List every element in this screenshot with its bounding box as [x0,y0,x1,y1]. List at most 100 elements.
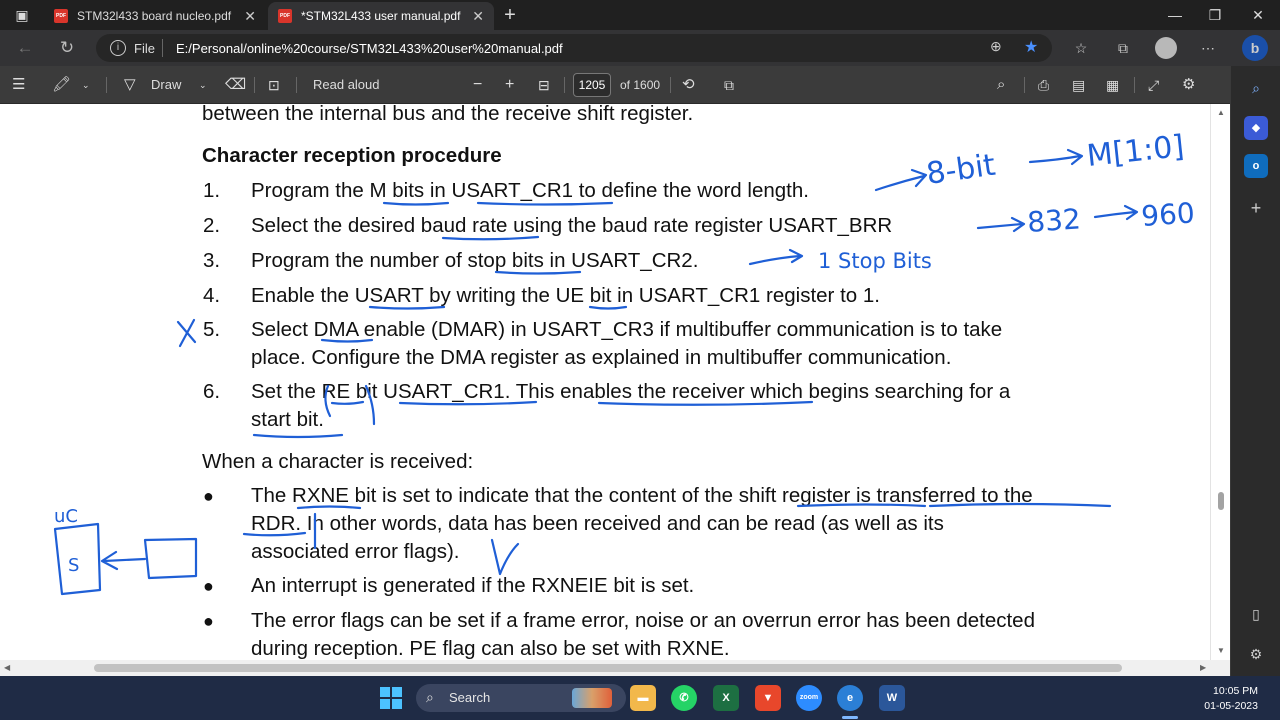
url-scheme-label: File [134,41,155,56]
url-field[interactable]: i File E:/Personal/online%20course/STM32… [96,34,1052,62]
scroll-down-icon[interactable]: ▼ [1217,646,1225,655]
search-icon[interactable]: ⌕ [1244,76,1268,100]
minimize-icon[interactable]: — [1160,4,1190,26]
arrow-word-length [874,168,928,192]
windows-start-icon[interactable] [380,687,402,709]
info-icon[interactable]: i [110,40,126,56]
zoom-out-icon[interactable]: − [473,75,482,95]
favorite-star-icon[interactable]: ★ [1024,37,1038,57]
excel-icon[interactable]: X [713,685,739,711]
print-icon[interactable]: ⎙ [1038,75,1049,95]
system-clock[interactable]: 10:05 PM 01-05-2023 [1204,684,1258,714]
vertical-scrollbar[interactable]: ▲ ▼ [1210,104,1230,660]
tab-board-nucleo[interactable]: PDF STM32l433 board nucleo.pdf ✕ [44,2,266,30]
vertical-scroll-thumb[interactable] [1218,492,1224,510]
brave-icon[interactable]: ▼ [755,685,781,711]
zoom-icon[interactable]: zoom [796,685,822,711]
tab-actions-icon[interactable]: ▣ [10,4,34,26]
step-number: 5. [203,318,221,341]
tab-user-manual[interactable]: PDF *STM32L433 user manual.pdf ✕ [268,2,494,30]
annotation-baud-832: 832 [1026,202,1082,239]
search-icon[interactable]: ⌕ [997,75,1005,95]
annotation-stop-bits: 1 Stop Bits [818,249,932,273]
page-total-label: of 1600 [620,78,661,92]
pdf-toolbar: ☰ 🖍 ⌄ ▽ Draw ⌄ ⌫ ⊡ Read aloud − + ⊟ of 1… [0,66,1230,104]
url-separator [162,39,163,57]
copilot-icon[interactable]: b [1242,35,1268,61]
maximize-icon[interactable]: ❐ [1200,4,1230,26]
arrow-m-bits [1028,148,1084,166]
file-explorer-icon[interactable]: ▬ [630,685,656,711]
toolbar-divider [296,77,297,93]
annotation-s: S [68,555,79,576]
step-text: Enable the USART by writing the UE bit i… [251,284,880,307]
close-icon[interactable]: ✕ [472,8,484,25]
whatsapp-icon[interactable]: ✆ [671,685,697,711]
step-text: Program the M bits in USART_CR1 to defin… [251,179,809,202]
collections-icon[interactable]: ⧉ [1112,37,1134,59]
close-window-icon[interactable]: ✕ [1243,4,1273,26]
refresh-icon[interactable]: ↻ [55,36,79,60]
fit-page-icon[interactable]: ⊟ [538,75,550,95]
pdf-file-icon: PDF [278,9,292,23]
contents-icon[interactable]: ☰ [12,75,25,95]
paragraph-text: between the internal bus and the receive… [202,104,694,125]
fullscreen-icon[interactable]: ⤢ [1148,75,1159,95]
taskbar-search[interactable]: ⌕ Search [416,684,626,712]
step-number: 2. [203,214,221,237]
chevron-down-icon[interactable]: ⌄ [199,75,207,95]
settings-gear-icon[interactable]: ⚙ [1182,75,1195,95]
save-as-icon[interactable]: ▦ [1106,75,1119,95]
more-icon[interactable]: ⋯ [1197,37,1219,59]
scroll-right-icon[interactable]: ▶ [1200,663,1206,672]
add-icon[interactable]: + [1244,196,1268,220]
arrow-stop-bits [748,248,804,266]
read-aloud-button[interactable]: Read aloud [313,75,380,95]
word-icon[interactable]: W [879,685,905,711]
clock-time: 10:05 PM [1213,685,1258,697]
horizontal-scroll-thumb[interactable] [94,664,1122,672]
cross-mark [176,318,197,348]
favorites-icon[interactable]: ☆ [1070,37,1092,59]
eraser-icon[interactable]: ⌫ [225,75,246,95]
section-heading: Character reception procedure [202,144,502,167]
scroll-left-icon[interactable]: ◀ [4,663,10,672]
page-view-icon[interactable]: ⧉ [724,75,734,95]
toolbar-divider [564,77,565,93]
zoom-in-icon[interactable]: + [505,75,514,95]
back-icon[interactable]: ← [13,36,37,60]
tab-label: STM32l433 board nucleo.pdf [77,9,232,23]
settings-gear-icon[interactable]: ⚙ [1244,642,1268,666]
games-icon[interactable]: ◆ [1244,116,1268,140]
new-tab-icon[interactable]: + [498,4,522,26]
page-number-input[interactable] [573,73,611,97]
scroll-up-icon[interactable]: ▲ [1217,108,1225,117]
text-box-icon[interactable]: ⊡ [268,75,280,95]
save-icon[interactable]: ▤ [1072,75,1085,95]
address-bar: ← ↻ i File E:/Personal/online%20course/S… [0,30,1280,66]
zoom-icon[interactable]: ⊕ [990,38,1002,55]
profile-avatar[interactable] [1155,37,1177,59]
rotate-icon[interactable]: ⟲ [682,75,695,95]
underline-start-bit [252,433,344,439]
edge-icon[interactable]: e [837,685,863,711]
url-text[interactable]: E:/Personal/online%20course/STM32L433%20… [176,41,563,56]
underline-usart-cr1 [476,201,614,206]
bullet-text: RDR. In other words, data has been recei… [251,512,944,535]
bullet-icon: ● [203,486,214,506]
step-text: Program the number of stop bits in USART… [251,249,699,272]
close-icon[interactable]: ✕ [244,8,256,25]
sidebar-toggle-icon[interactable]: ▯ [1244,602,1268,626]
step-text: place. Configure the DMA register as exp… [251,346,952,369]
toolbar-divider [106,77,107,93]
bullet-icon: ● [203,576,214,596]
draw-icon[interactable]: ▽ [124,75,136,95]
highlight-icon[interactable]: 🖍 [52,75,71,95]
step-number: 6. [203,380,221,403]
horizontal-scrollbar[interactable]: ◀ ▶ [0,660,1230,676]
bullet-text: An interrupt is generated if the RXNEIE … [251,574,695,597]
draw-button[interactable]: Draw [151,75,181,95]
step-number: 4. [203,284,221,307]
outlook-icon[interactable]: o [1244,154,1268,178]
chevron-down-icon[interactable]: ⌄ [82,75,90,95]
